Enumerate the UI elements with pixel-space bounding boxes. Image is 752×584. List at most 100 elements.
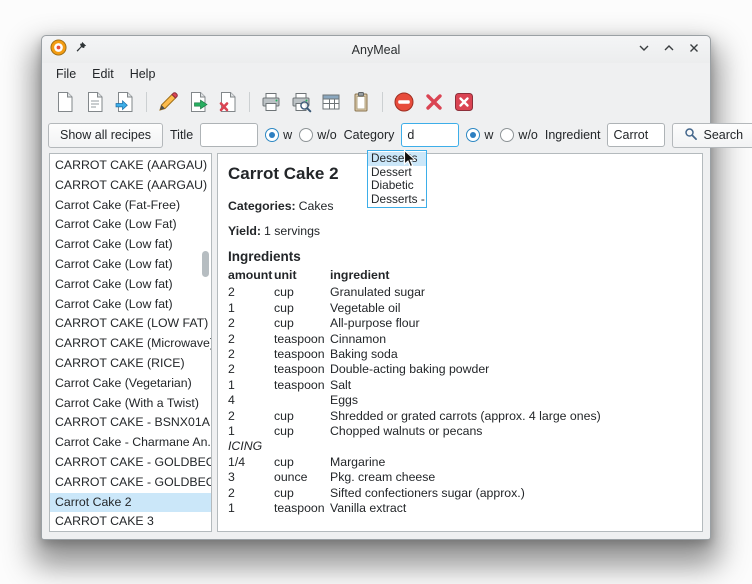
recipe-list-item[interactable]: CARROT CAKE (AARGAU) [50,156,211,176]
recipe-list-item[interactable]: CARROT CAKE (LOW FAT) [50,314,211,334]
titlebar[interactable]: AnyMeal [42,36,710,63]
recipe-list-item[interactable]: CARROT CAKE - GOLDBECK [50,453,211,473]
recipe-list-item[interactable]: Carrot Cake (Low Fat) [50,215,211,235]
recipe-list-item[interactable]: Carrot Cake (Fat-Free) [50,196,211,216]
ingredient-amount-cell: 2 [228,362,274,377]
completion-item[interactable]: Desserts - [368,193,426,207]
search-button[interactable]: Search [672,123,752,148]
ingredient-row: ICING [228,439,692,454]
recipe-list-item[interactable]: Carrot Cake (Low fat) [50,275,211,295]
category-with-label: w [484,128,493,142]
recipe-list-item[interactable]: Carrot Cake (Low fat) [50,255,211,275]
menu-help[interactable]: Help [122,65,164,83]
anymeal-window: AnyMeal FileEditHelp Show all recipes Ti… [41,35,711,540]
ingredient-unit-cell: cup [274,316,330,331]
ingredient-unit-cell [274,393,330,408]
ingredient-amount-cell: 1 [228,301,274,316]
ingredient-unit-cell: teaspoon [274,501,330,516]
list-scrollbar-thumb[interactable] [202,251,209,277]
completion-item[interactable]: Desserts [368,152,426,166]
recipe-list-item[interactable]: Carrot Cake (With a Twist) [50,394,211,414]
main-split: CARROT CAKE (AARGAU)CARROT CAKE (AARGAU)… [42,151,710,539]
ingredient-amount-cell: 1 [228,378,274,393]
abort-icon[interactable] [391,89,417,115]
ingredient-amount-cell: 1/4 [228,455,274,470]
close-button[interactable] [686,42,702,58]
category-filter-input[interactable] [401,123,459,147]
print-icon[interactable] [258,89,284,115]
ingredients-heading: Ingredients [228,249,692,264]
ingredient-row: 2cupShredded or grated carrots (approx. … [228,409,692,424]
ingredient-ingredient-cell: All-purpose flour [330,316,692,331]
add-recipes-icon[interactable] [185,89,211,115]
import-file-icon[interactable] [112,89,138,115]
toolbar-separator [249,92,250,112]
ingredient-amount-cell: 1 [228,501,274,516]
ingredient-filter-label: Ingredient [545,128,601,142]
ingredient-unit-cell: teaspoon [274,378,330,393]
show-all-recipes-button[interactable]: Show all recipes [48,123,163,148]
ingredient-row: 4Eggs [228,393,692,408]
title-with-radio[interactable] [265,128,279,142]
yield-label: Yield: [228,224,261,238]
title-filter-input[interactable] [200,123,258,147]
recipe-list-item[interactable]: Carrot Cake - Charmane An... [50,433,211,453]
ingredient-unit-cell: cup [274,424,330,439]
completion-item[interactable]: Dessert [368,166,426,180]
pin-icon[interactable] [74,41,87,59]
edit-recipe-icon[interactable] [155,89,181,115]
recipe-list-item[interactable]: Carrot Cake (Low fat) [50,235,211,255]
quit-icon[interactable] [451,89,477,115]
recipe-list-item[interactable]: Carrot Cake 2 [50,493,211,513]
ingredient-row: 3ouncePkg. cream cheese [228,470,692,485]
ingredients-column-header: amount [228,268,274,285]
yield-value: 1 servings [264,224,320,238]
recipe-list-item[interactable]: CARROT CAKE - GOLDBECK [50,473,211,493]
ingredient-amount-cell: 2 [228,347,274,362]
recipe-list-item[interactable]: CARROT CAKE (AARGAU) [50,176,211,196]
delete-recipe-icon[interactable] [421,89,447,115]
recipe-list-item[interactable]: CARROT CAKE (RICE) [50,354,211,374]
menu-file[interactable]: File [48,65,84,83]
recipe-list-item[interactable]: Carrot Cake (Vegetarian) [50,374,211,394]
minimize-button[interactable] [636,42,652,58]
categories-label: Categories: [228,199,296,213]
category-completion-popup: DessertsDessertDiabeticDesserts - [367,150,427,208]
maximize-button[interactable] [661,42,677,58]
menu-edit[interactable]: Edit [84,65,122,83]
ingredient-amount-cell: 2 [228,285,274,300]
ingredient-row: 1teaspoonSalt [228,378,692,393]
clipboard-icon[interactable] [348,89,374,115]
recipe-list-item[interactable]: CARROT CAKE - BSNX01A [50,413,211,433]
category-with-radio[interactable] [466,128,480,142]
ingredient-ingredient-cell: Vanilla extract [330,501,692,516]
ingredient-unit-cell: cup [274,285,330,300]
ingredient-ingredient-cell: Margarine [330,455,692,470]
title-without-radio[interactable] [299,128,313,142]
filterbar: Show all recipes Title w w/o Category w … [42,119,710,151]
completion-item[interactable]: Diabetic [368,179,426,193]
ingredients-table: amountunitingredient 2cupGranulated suga… [228,268,692,517]
remove-recipes-icon[interactable] [215,89,241,115]
category-without-label: w/o [518,128,537,142]
ingredient-row: 2teaspoonBaking soda [228,347,692,362]
toolbar [42,85,710,119]
recipe-list-item[interactable]: CARROT CAKE 3 [50,512,211,532]
print-preview-icon[interactable] [288,89,314,115]
chevron-up-icon [663,41,675,59]
ingredient-filter-input[interactable] [607,123,665,147]
recipe-list-item[interactable]: CARROT CAKE (Microwave) [50,334,211,354]
recipe-list: CARROT CAKE (AARGAU)CARROT CAKE (AARGAU)… [49,153,212,532]
open-database-icon[interactable] [82,89,108,115]
ingredient-ingredient-cell: Double-acting baking powder [330,362,692,377]
ingredient-ingredient-cell: Cinnamon [330,332,692,347]
recipe-list-item[interactable]: Carrot Cake (Low fat) [50,295,211,315]
window-title: AnyMeal [42,43,710,57]
toolbar-separator [382,92,383,112]
category-without-radio[interactable] [500,128,514,142]
ingredient-unit-cell: teaspoon [274,347,330,362]
new-database-icon[interactable] [52,89,78,115]
export-table-icon[interactable] [318,89,344,115]
anymeal-app-icon [50,39,67,61]
recipe-yield: Yield:1 servings [228,224,692,238]
